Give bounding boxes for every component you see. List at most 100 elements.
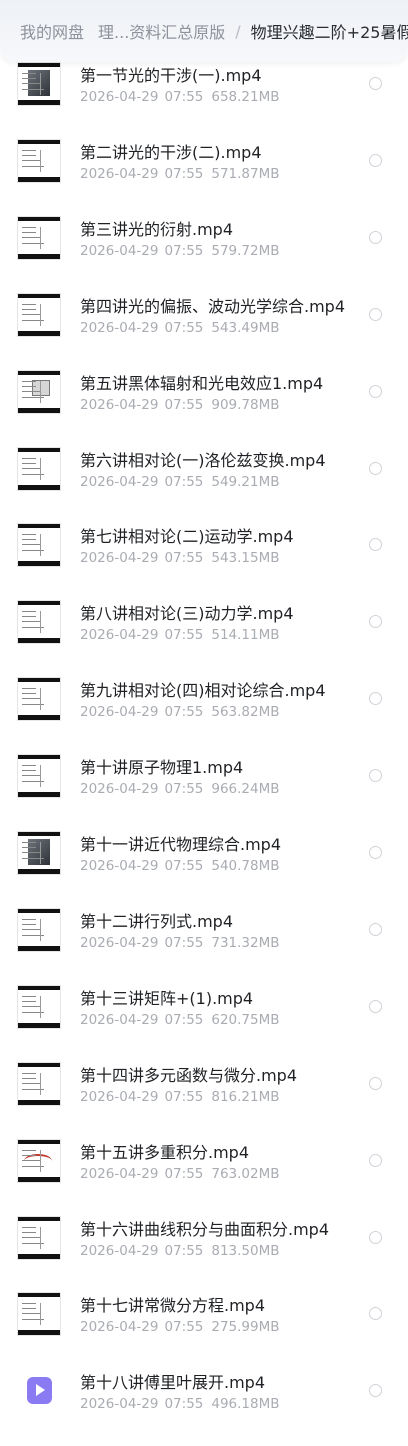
file-meta: 2026-04-29 07:55 549.21MB	[80, 474, 280, 490]
file-row[interactable]: 第十一讲近代物理综合.mp4 2026-04-29 07:55 540.78MB	[0, 831, 408, 908]
file-row[interactable]: 第三讲光的衍射.mp4 2026-04-29 07:55 579.72MB	[0, 215, 408, 293]
file-row[interactable]: 第十六讲曲线积分与曲面积分.mp4 2026-04-29 07:55 813.50MB	[0, 1215, 408, 1293]
file-row[interactable]: 第十五讲多重积分.mp4 2026-04-29 07:55 763.02MB	[0, 1138, 408, 1216]
file-size: 543.15MB	[211, 550, 280, 567]
file-date: 2026-04-29	[80, 396, 159, 413]
select-radio[interactable]	[369, 77, 382, 90]
file-size: 763.02MB	[211, 1165, 280, 1182]
file-row[interactable]: 第八讲相对论(三)动力学.mp4 2026-04-29 07:55 514.11MB	[0, 600, 408, 677]
file-name: 第五讲黑体辐射和光电效应1.mp4	[80, 373, 324, 393]
video-thumbnail	[17, 369, 61, 414]
select-radio[interactable]	[369, 846, 382, 859]
file-time: 07:55	[164, 1319, 204, 1336]
file-row[interactable]: 第十讲原子物理1.mp4 2026-04-29 07:55 966.24MB	[0, 754, 408, 831]
file-size: 658.21MB	[211, 89, 280, 105]
file-meta: 2026-04-29 07:55 563.82MB	[80, 704, 280, 720]
file-time: 07:55	[164, 781, 204, 798]
file-time: 07:55	[164, 89, 204, 105]
select-radio[interactable]	[369, 1307, 382, 1321]
file-time: 07:55	[164, 627, 204, 644]
file-size: 816.21MB	[211, 1088, 280, 1105]
file-name: 第十三讲矩阵+(1).mp4	[80, 988, 254, 1008]
file-name: 第十四讲多元函数与微分.mp4	[80, 1065, 298, 1085]
file-time: 07:55	[164, 704, 204, 721]
video-thumbnail	[17, 1138, 61, 1183]
file-meta: 2026-04-29 07:55 966.24MB	[80, 781, 280, 797]
file-size: 579.72MB	[211, 242, 280, 259]
file-date: 2026-04-29	[80, 1011, 159, 1028]
file-row[interactable]: 第十三讲矩阵+(1).mp4 2026-04-29 07:55 620.75MB	[0, 984, 408, 1062]
video-thumbnail	[17, 292, 61, 337]
file-time: 07:55	[164, 1242, 204, 1259]
file-time: 07:55	[164, 319, 204, 336]
select-radio[interactable]	[369, 922, 382, 936]
file-date: 2026-04-29	[80, 165, 159, 182]
file-name: 第六讲相对论(一)洛伦兹变换.mp4	[80, 450, 326, 470]
file-meta: 2026-04-29 07:55 658.21MB	[80, 89, 280, 105]
select-radio[interactable]	[369, 1384, 382, 1398]
select-radio[interactable]	[369, 1230, 382, 1244]
breadcrumb-root[interactable]: 我的网盘	[20, 19, 84, 43]
file-date: 2026-04-29	[80, 1396, 159, 1413]
select-radio[interactable]	[369, 1153, 382, 1167]
file-name: 第十一讲近代物理综合.mp4	[80, 835, 282, 854]
file-date: 2026-04-29	[80, 89, 159, 105]
select-radio[interactable]	[369, 692, 382, 706]
file-row[interactable]: 第九讲相对论(四)相对论综合.mp4 2026-04-29 07:55 563.82M…	[0, 677, 408, 754]
file-name: 第十五讲多重积分.mp4	[80, 1142, 250, 1162]
file-time: 07:55	[164, 473, 204, 490]
file-time: 07:55	[164, 165, 204, 182]
file-time: 07:55	[164, 1396, 204, 1413]
file-date: 2026-04-29	[80, 934, 159, 951]
file-meta: 2026-04-29 07:55 543.15MB	[80, 550, 280, 566]
file-row[interactable]: 第五讲黑体辐射和光电效应1.mp4 2026-04-29 07:55 909.78MB	[0, 369, 408, 447]
file-time: 07:55	[164, 242, 204, 259]
select-radio[interactable]	[369, 615, 382, 629]
select-radio[interactable]	[369, 999, 382, 1013]
video-thumbnail	[17, 907, 61, 952]
file-meta: 2026-04-29 07:55 763.02MB	[80, 1166, 280, 1182]
file-name: 第七讲相对论(二)运动学.mp4	[80, 527, 294, 547]
select-radio[interactable]	[369, 307, 382, 321]
file-date: 2026-04-29	[80, 1165, 159, 1182]
file-meta: 2026-04-29 07:55 543.49MB	[80, 320, 280, 336]
file-row[interactable]: 第十八讲傅里叶展开.mp4 2026-04-29 07:55 496.18MB	[0, 1369, 408, 1446]
breadcrumb-middle[interactable]: 理...资料汇总原版	[98, 19, 225, 43]
video-thumbnail	[17, 677, 61, 722]
file-row[interactable]: 第四讲光的偏振、波动光学综合.mp4 2026-04-29 07:55 543.49M…	[0, 292, 408, 370]
file-date: 2026-04-29	[80, 858, 159, 874]
file-date: 2026-04-29	[80, 781, 159, 798]
file-meta: 2026-04-29 07:55 813.50MB	[80, 1243, 280, 1259]
select-radio[interactable]	[369, 769, 382, 783]
file-time: 07:55	[164, 550, 204, 567]
video-thumbnail	[17, 1061, 61, 1106]
select-radio[interactable]	[369, 538, 382, 552]
video-thumbnail	[17, 1292, 61, 1337]
file-row[interactable]: 第一节光的干涉(一).mp4 2026-04-29 07:55 658.21MB	[0, 62, 408, 139]
file-row[interactable]: 第七讲相对论(二)运动学.mp4 2026-04-29 07:55 543.15MB	[0, 523, 408, 600]
file-time: 07:55	[164, 858, 204, 874]
file-row[interactable]: 第十四讲多元函数与微分.mp4 2026-04-29 07:55 816.21MB	[0, 1061, 408, 1139]
file-time: 07:55	[164, 1088, 204, 1105]
file-meta: 2026-04-29 07:55 514.11MB	[80, 627, 280, 643]
file-row[interactable]: 第二讲光的干涉(二).mp4 2026-04-29 07:55 571.87MB	[0, 138, 408, 216]
select-radio[interactable]	[369, 230, 382, 244]
video-thumbnail	[17, 215, 61, 260]
file-row[interactable]: 第十二讲行列式.mp4 2026-04-29 07:55 731.32MB	[0, 907, 408, 985]
file-name: 第十六讲曲线积分与曲面积分.mp4	[80, 1219, 330, 1239]
file-name: 第十八讲傅里叶展开.mp4	[80, 1373, 266, 1393]
file-meta: 2026-04-29 07:55 275.99MB	[80, 1319, 280, 1335]
file-date: 2026-04-29	[80, 473, 159, 490]
file-name: 第一节光的干涉(一).mp4	[80, 66, 262, 85]
file-name: 第九讲相对论(四)相对论综合.mp4	[80, 681, 326, 701]
select-radio[interactable]	[369, 153, 382, 167]
file-date: 2026-04-29	[80, 627, 159, 644]
breadcrumb-separator: /	[235, 21, 241, 41]
select-radio[interactable]	[369, 461, 382, 475]
select-radio[interactable]	[369, 384, 382, 398]
file-time: 07:55	[164, 396, 204, 413]
file-row[interactable]: 第十七讲常微分方程.mp4 2026-04-29 07:55 275.99MB	[0, 1292, 408, 1369]
file-row[interactable]: 第六讲相对论(一)洛伦兹变换.mp4 2026-04-29 07:55 549.21M…	[0, 446, 408, 524]
file-time: 07:55	[164, 1011, 204, 1028]
select-radio[interactable]	[369, 1076, 382, 1090]
